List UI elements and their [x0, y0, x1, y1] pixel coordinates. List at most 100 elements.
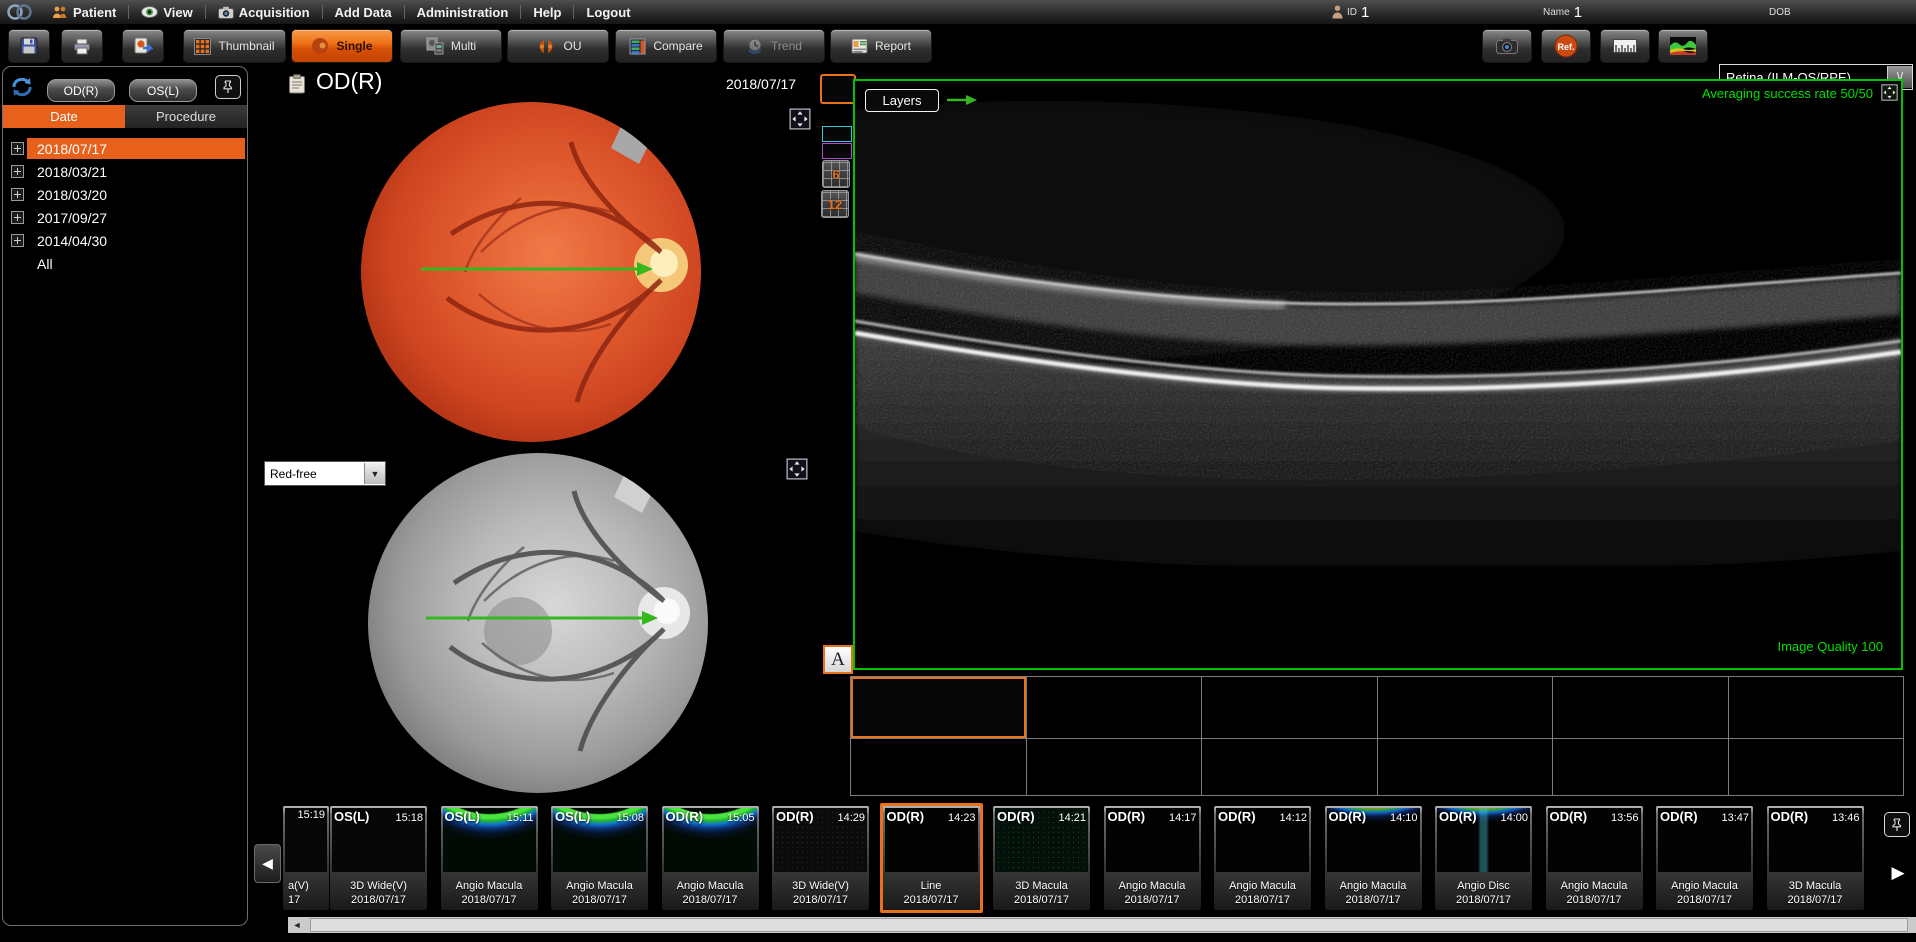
date-tree-label: 2018/03/20: [31, 187, 113, 203]
layer-map-button[interactable]: [1658, 29, 1708, 63]
scan-selector-grid-12[interactable]: 12: [821, 190, 849, 218]
thumbnail-eye-label: OD(R): [1660, 809, 1698, 824]
scan-thumbnail[interactable]: 15:19 a(V) 17: [283, 806, 329, 910]
grid-cell[interactable]: [1552, 738, 1729, 796]
menu-item-acquisition[interactable]: Acquisition: [206, 0, 322, 24]
expand-fundus-button[interactable]: [789, 108, 811, 130]
scan-thumbnail[interactable]: OD(R) 14:00 Angio Disc 2018/07/17: [1435, 806, 1532, 910]
oct-bscan-panel[interactable]: Layers Averaging success rate 50/50 Imag…: [853, 79, 1903, 670]
view-mode-ou-button[interactable]: OU: [507, 29, 609, 63]
acquisition-icon: [218, 6, 234, 19]
grid-bscan-thumbnail[interactable]: [851, 677, 1026, 738]
scan-selector-grid-6[interactable]: 6: [822, 160, 850, 188]
tree-expand-icon[interactable]: [11, 234, 24, 247]
grid-cell[interactable]: [1728, 738, 1905, 796]
tree-expand-icon[interactable]: [11, 188, 24, 201]
strip-scrollbar[interactable]: ◄: [288, 917, 1916, 933]
scan-thumbnail[interactable]: OD(R) 15:05 Angio Macula 2018/07/17: [662, 806, 759, 910]
tree-expand-icon[interactable]: [11, 142, 24, 155]
thumbnail-date: 2018/07/17: [442, 893, 537, 907]
strip-pin-button[interactable]: [1884, 812, 1910, 837]
scan-thumbnail[interactable]: OD(R) 14:23 Line 2018/07/17: [880, 803, 983, 913]
menu-item-view[interactable]: View: [129, 0, 204, 24]
thumbnail-time-label: 15:11: [507, 812, 534, 824]
date-tree-item[interactable]: 2017/09/27: [3, 206, 247, 229]
scan-thumbnail-strip: 15:19 a(V) 17 OS(L) 15:18 3D Wide(V) 201…: [0, 806, 1916, 912]
date-tree-item[interactable]: 2014/04/30: [3, 229, 247, 252]
eye-filter-od-button[interactable]: OD(R): [47, 79, 115, 102]
scan-thumbnail[interactable]: OD(R) 14:10 Angio Macula 2018/07/17: [1325, 806, 1422, 910]
view-mode-multi-button[interactable]: Multi: [400, 29, 502, 63]
view-mode-thumbnail-button[interactable]: Thumbnail: [183, 29, 286, 63]
scan-thumbnail[interactable]: OS(L) 15:18 3D Wide(V) 2018/07/17: [330, 806, 427, 910]
thumbnail-date: 2018/07/17: [1326, 893, 1421, 907]
scan-thumbnail[interactable]: OD(R) 14:17 Angio Macula 2018/07/17: [1104, 806, 1201, 910]
thumbnail-time-label: 15:19: [297, 809, 325, 821]
scan-thumbnail[interactable]: OS(L) 15:08 Angio Macula 2018/07/17: [551, 806, 648, 910]
annotation-a-button[interactable]: A: [823, 645, 853, 674]
grid-cell[interactable]: [1026, 738, 1203, 796]
scan-selector-current[interactable]: [820, 74, 856, 104]
grid-cell[interactable]: [850, 738, 1027, 796]
eye-filter-os-button[interactable]: OS(L): [129, 79, 197, 102]
scan-thumbnail[interactable]: OD(R) 14:29 3D Wide(V) 2018/07/17: [772, 806, 869, 910]
tree-expand-icon[interactable]: [11, 211, 24, 224]
view-mode-trend-button[interactable]: Trend: [723, 29, 825, 63]
capture-button[interactable]: [1482, 29, 1532, 63]
scan-thumbnail[interactable]: OS(L) 15:11 Angio Macula 2018/07/17: [441, 806, 538, 910]
thumbnail-scan-type: Angio Macula: [442, 879, 537, 893]
expand-redfree-button[interactable]: [786, 458, 808, 480]
save-button[interactable]: [8, 29, 50, 63]
view-mode-single-button[interactable]: Single: [291, 29, 393, 63]
print-button[interactable]: [61, 29, 103, 63]
scan-thumbnail[interactable]: OD(R) 14:12 Angio Macula 2018/07/17: [1214, 806, 1311, 910]
fundus-photo-color[interactable]: [361, 102, 701, 442]
oct-expand-button[interactable]: [1881, 84, 1898, 101]
grid-cell[interactable]: [1552, 676, 1729, 739]
date-tree-item[interactable]: 2018/03/20: [3, 183, 247, 206]
thumbnail-eye-label: OD(R): [1108, 809, 1146, 824]
scan-thumbnail[interactable]: OD(R) 13:56 Angio Macula 2018/07/17: [1546, 806, 1643, 910]
menu-item-administration[interactable]: Administration: [405, 0, 521, 24]
export-image-button[interactable]: [122, 29, 164, 63]
tab-date[interactable]: Date: [3, 105, 125, 128]
grid-cell[interactable]: [1728, 676, 1905, 739]
thumbnail-eye-label: OD(R): [1550, 809, 1588, 824]
grid-cell[interactable]: [1201, 738, 1378, 796]
scan-selector-dual-bscan[interactable]: [822, 126, 852, 158]
menu-item-logout[interactable]: Logout: [574, 0, 642, 24]
thumbnail-scan-type: 3D Macula: [994, 879, 1089, 893]
menu-item-help[interactable]: Help: [521, 0, 573, 24]
view-mode-compare-button[interactable]: Compare: [615, 29, 717, 63]
scrollbar-thumb[interactable]: [310, 918, 1908, 932]
tab-procedure[interactable]: Procedure: [125, 105, 247, 128]
grid-cell[interactable]: [1377, 676, 1554, 739]
grid-cell[interactable]: [1377, 738, 1554, 796]
scrollbar-left-arrow[interactable]: ◄: [288, 920, 306, 930]
date-tree-item[interactable]: 2018/07/17: [3, 137, 247, 160]
scan-thumbnail[interactable]: OD(R) 13:46 3D Macula 2018/07/17: [1767, 806, 1864, 910]
menu-item-add-data[interactable]: Add Data: [323, 0, 404, 24]
thumbnail-scan-type: a(V): [288, 879, 328, 893]
grid-cell[interactable]: [1201, 676, 1378, 739]
scan-thumbnail-image: OD(R) 14:21: [995, 808, 1088, 872]
sidebar-pin-button[interactable]: [215, 75, 241, 99]
date-tree-item[interactable]: 2018/03/21: [3, 160, 247, 183]
grid-cell[interactable]: [1026, 676, 1203, 739]
view-mode-report-button[interactable]: Report: [830, 29, 932, 63]
menu-item-patient[interactable]: Patient: [40, 0, 128, 24]
strip-scroll-left-button[interactable]: ◀: [254, 844, 281, 883]
scan-thumbnail[interactable]: OD(R) 14:21 3D Macula 2018/07/17: [993, 806, 1090, 910]
sidebar-tabs: Date Procedure: [3, 105, 247, 128]
strip-scroll-right-button[interactable]: ▶: [1886, 858, 1910, 888]
tree-expand-icon[interactable]: [11, 165, 24, 178]
grid-cell[interactable]: [850, 676, 1027, 739]
reference-button[interactable]: Ref.: [1541, 29, 1591, 63]
scan-thumbnail[interactable]: OD(R) 13:47 Angio Macula 2018/07/17: [1656, 806, 1753, 910]
scale-button[interactable]: [1600, 29, 1650, 63]
fundus-photo-redfree[interactable]: [368, 453, 708, 793]
layers-button[interactable]: Layers: [865, 89, 939, 112]
refresh-button[interactable]: [9, 75, 35, 104]
thumbnail-eye-label: OD(R): [776, 809, 814, 824]
date-tree-item[interactable]: All: [3, 252, 247, 275]
